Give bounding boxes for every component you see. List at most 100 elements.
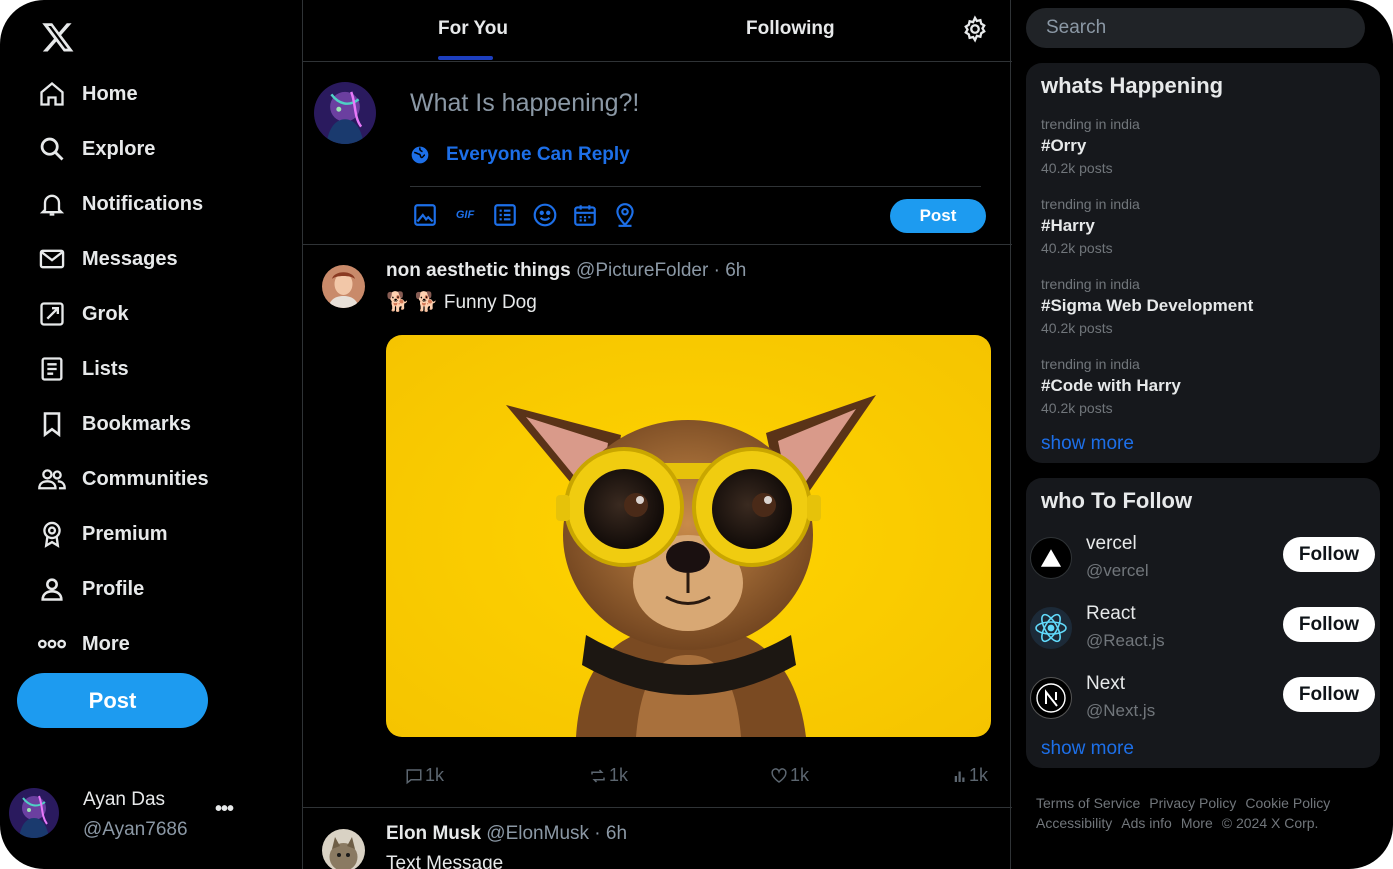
nav-home[interactable]: Home bbox=[36, 74, 138, 114]
whats-happening-title: whats Happening bbox=[1041, 73, 1224, 98]
tweet-meta: @PictureFolder · 6h bbox=[576, 260, 747, 281]
reply-setting-label: Everyone Can Reply bbox=[446, 144, 630, 165]
who-to-follow-title: who To Follow bbox=[1041, 488, 1193, 513]
trend-tag: #Harry bbox=[1041, 216, 1095, 235]
trend-context: trending in india bbox=[1041, 356, 1140, 372]
follow-button[interactable]: Follow bbox=[1283, 537, 1375, 572]
nav-lists[interactable]: Lists bbox=[36, 349, 129, 389]
views-icon bbox=[953, 767, 967, 785]
trend-count: 40.2k posts bbox=[1041, 320, 1113, 336]
follow-button[interactable]: Follow bbox=[1283, 677, 1375, 712]
tweet[interactable]: Elon Musk @ElonMusk · 6h Text Message bbox=[303, 808, 1012, 869]
nav-notifications[interactable]: Notifications bbox=[36, 184, 203, 224]
footer-copyright: © 2024 X Corp. bbox=[1221, 815, 1319, 831]
footer-link[interactable]: Cookie Policy bbox=[1245, 795, 1330, 811]
avatar bbox=[9, 788, 59, 838]
nav-premium-label: Premium bbox=[82, 522, 168, 545]
account-switcher[interactable]: Ayan Das @Ayan7686 ••• bbox=[9, 786, 269, 842]
tweet-meta: @ElonMusk · 6h bbox=[486, 823, 628, 844]
tweet-author-avatar[interactable] bbox=[322, 829, 365, 869]
left-sidebar: Home Explore Notifications Messages Grok… bbox=[0, 0, 302, 869]
compose-post-button[interactable]: Post bbox=[890, 199, 986, 233]
trend-item[interactable]: trending in india #Harry 40.2k posts bbox=[1041, 196, 1361, 256]
whats-happening-card: whats Happening trending in india #Orry … bbox=[1026, 63, 1380, 463]
trend-item[interactable]: trending in india #Sigma Web Development… bbox=[1041, 276, 1361, 336]
follow-suggestion[interactable]: vercel @vercel Follow bbox=[1030, 533, 1376, 589]
tweet-author-name[interactable]: non aesthetic things bbox=[386, 260, 571, 281]
tweet-image[interactable] bbox=[386, 335, 991, 737]
show-more-follow-link[interactable]: show more bbox=[1041, 738, 1134, 760]
like-count: 1k bbox=[790, 765, 810, 785]
nav-grok[interactable]: Grok bbox=[36, 294, 129, 334]
trend-tag: #Orry bbox=[1041, 136, 1087, 155]
nav-profile[interactable]: Profile bbox=[36, 569, 144, 609]
nav-notifications-label: Notifications bbox=[82, 192, 204, 215]
footer-link[interactable]: Privacy Policy bbox=[1149, 795, 1236, 811]
heart-icon bbox=[770, 767, 788, 785]
trend-count: 40.2k posts bbox=[1041, 160, 1113, 176]
show-more-trends-link[interactable]: show more bbox=[1041, 433, 1134, 455]
bell-icon bbox=[36, 188, 68, 220]
views-count: 1k bbox=[969, 765, 989, 785]
follow-button[interactable]: Follow bbox=[1283, 607, 1375, 642]
tab-for-you[interactable]: For You bbox=[438, 18, 508, 40]
gif-icon[interactable]: GIF bbox=[451, 201, 479, 229]
account-handle: @Ayan7686 bbox=[83, 819, 188, 840]
trend-context: trending in india bbox=[1041, 196, 1140, 212]
grok-icon bbox=[36, 298, 68, 330]
nav-communities-label: Communities bbox=[82, 467, 209, 490]
account-menu-icon[interactable]: ••• bbox=[215, 798, 234, 821]
nav-messages[interactable]: Messages bbox=[36, 239, 178, 279]
post-button[interactable]: Post bbox=[17, 673, 208, 728]
views-button[interactable]: 1k bbox=[953, 765, 988, 786]
active-tab-indicator bbox=[438, 56, 493, 60]
home-icon bbox=[36, 78, 68, 110]
nav-more[interactable]: More bbox=[36, 624, 130, 664]
nav-bookmarks[interactable]: Bookmarks bbox=[36, 404, 191, 444]
location-icon[interactable] bbox=[611, 201, 639, 229]
poll-icon[interactable] bbox=[491, 201, 519, 229]
retweet-button[interactable]: 1k bbox=[589, 765, 628, 786]
tweet-author-avatar[interactable] bbox=[322, 265, 365, 308]
reply-button[interactable]: 1k bbox=[405, 765, 444, 786]
emoji-icon[interactable] bbox=[531, 201, 559, 229]
tab-following[interactable]: Following bbox=[746, 18, 835, 40]
bookmark-icon bbox=[36, 408, 68, 440]
trend-item[interactable]: trending in india #Code with Harry 40.2k… bbox=[1041, 356, 1361, 416]
nav-explore-label: Explore bbox=[82, 137, 156, 160]
footer-link[interactable]: Terms of Service bbox=[1036, 795, 1140, 811]
tweet-author-name[interactable]: Elon Musk bbox=[386, 823, 481, 844]
like-button[interactable]: 1k bbox=[770, 765, 809, 786]
vercel-logo-icon bbox=[1030, 537, 1072, 579]
nav-premium[interactable]: Premium bbox=[36, 514, 168, 554]
x-logo-icon[interactable] bbox=[40, 20, 76, 54]
tweet-header: non aesthetic things @PictureFolder · 6h bbox=[386, 260, 746, 282]
nextjs-logo-icon bbox=[1030, 677, 1072, 719]
suggestion-name: Next bbox=[1086, 673, 1126, 694]
badge-icon bbox=[36, 518, 68, 550]
schedule-icon[interactable] bbox=[571, 201, 599, 229]
nav-messages-label: Messages bbox=[82, 247, 178, 270]
search-bar[interactable] bbox=[1026, 8, 1365, 48]
gear-icon[interactable] bbox=[961, 15, 989, 43]
reply-setting[interactable]: Everyone Can Reply bbox=[410, 144, 630, 166]
footer-link[interactable]: Accessibility bbox=[1036, 815, 1112, 831]
people-icon bbox=[36, 463, 68, 495]
search-input[interactable] bbox=[1046, 17, 1365, 39]
footer-links: Terms of Service Privacy Policy Cookie Pol… bbox=[1036, 793, 1366, 833]
nav-explore[interactable]: Explore bbox=[36, 129, 155, 169]
follow-suggestion[interactable]: Next @Next.js Follow bbox=[1030, 673, 1376, 729]
follow-suggestion[interactable]: React @React.js Follow bbox=[1030, 603, 1376, 659]
retweet-icon bbox=[589, 767, 607, 785]
footer-link[interactable]: Ads info bbox=[1121, 815, 1172, 831]
footer-link[interactable]: More bbox=[1181, 815, 1213, 831]
timeline-tabs: For You Following bbox=[303, 0, 1012, 62]
compose-input[interactable] bbox=[410, 86, 970, 120]
nav-communities[interactable]: Communities bbox=[36, 459, 209, 499]
trend-count: 40.2k posts bbox=[1041, 240, 1113, 256]
trend-item[interactable]: trending in india #Orry 40.2k posts bbox=[1041, 116, 1361, 176]
image-icon[interactable] bbox=[411, 201, 439, 229]
retweet-count: 1k bbox=[609, 765, 629, 785]
tweet[interactable]: non aesthetic things @PictureFolder · 6h… bbox=[303, 245, 1012, 808]
tweet-header: Elon Musk @ElonMusk · 6h bbox=[386, 823, 627, 845]
